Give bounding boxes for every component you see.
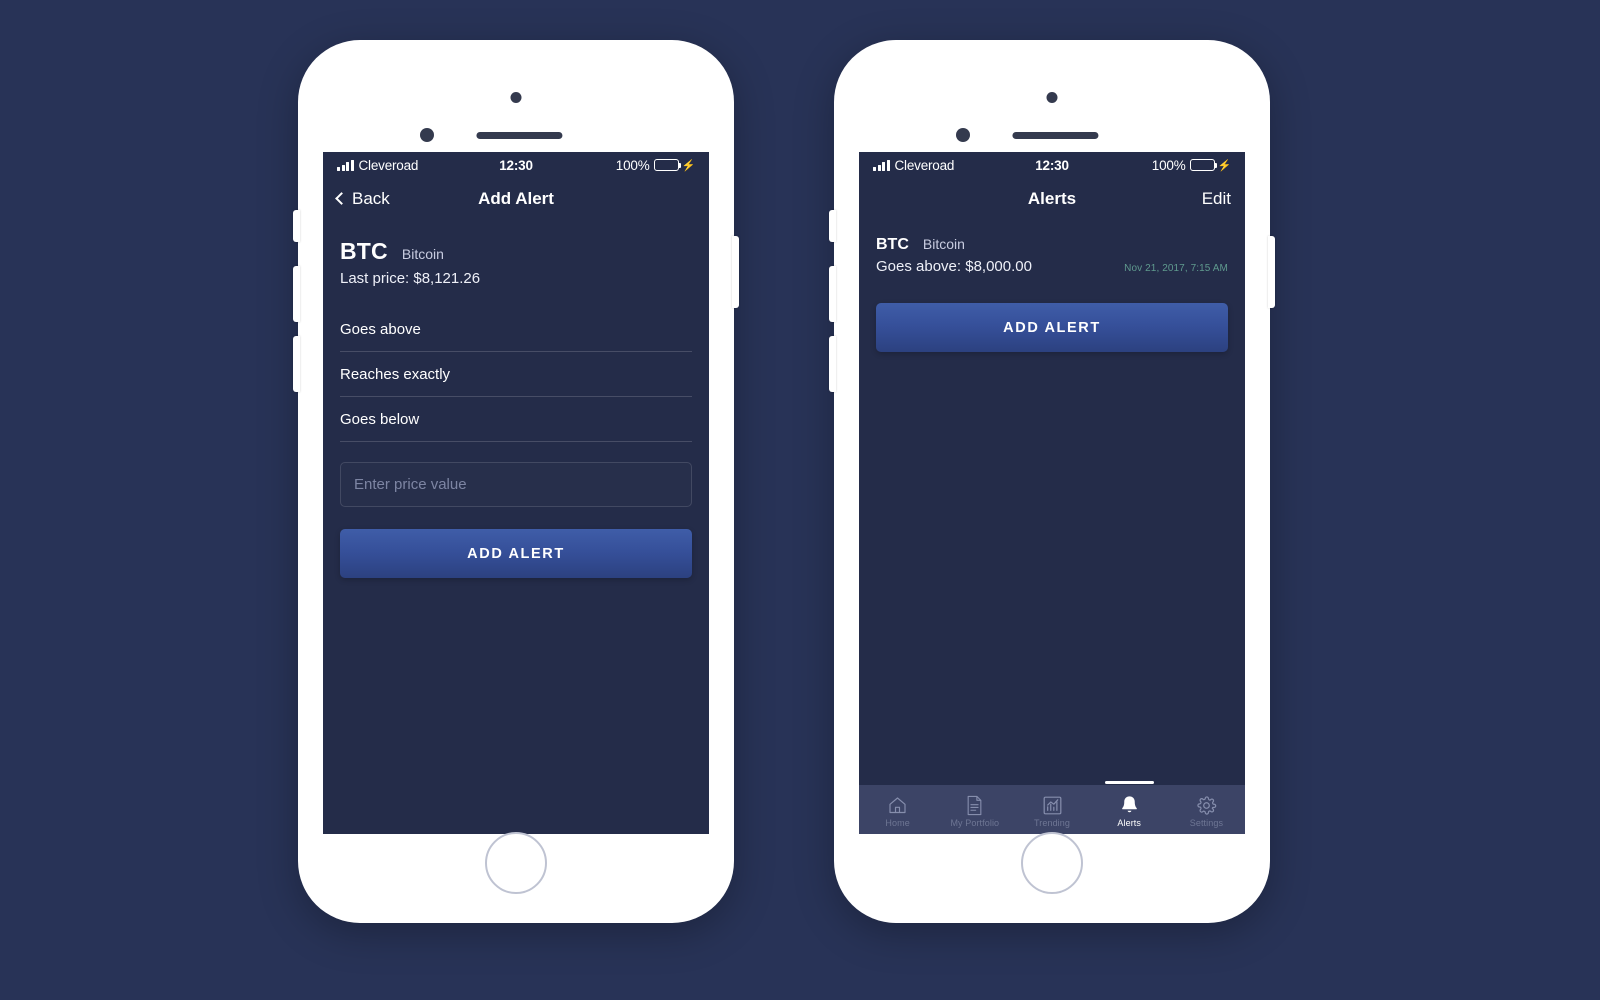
condition-option-goes-below[interactable]: Goes below — [340, 397, 692, 442]
condition-option-goes-above[interactable]: Goes above — [340, 307, 692, 352]
page-title-alerts: Alerts — [1027, 189, 1077, 208]
add-alert-button-label: ADD ALERT — [1003, 319, 1101, 336]
status-bar: Cleveroad 12:30 100% ⚡ — [859, 152, 1245, 178]
navigation-bar-add-alert: Back Add Alert — [323, 178, 709, 220]
battery-full-icon — [653, 159, 681, 171]
volume-up-button[interactable] — [293, 266, 300, 322]
home-button[interactable] — [485, 832, 547, 894]
tab-home[interactable]: Home — [859, 785, 936, 834]
alerts-content: BTC Bitcoin Goes above: $8,000.00 Nov 21… — [859, 220, 1245, 834]
screen-add-alert: Cleveroad 12:30 100% ⚡ Back Add Alert BT… — [323, 152, 709, 834]
status-bar-clock: 12:30 — [499, 157, 533, 173]
lightning-bolt-icon: ⚡ — [681, 159, 696, 172]
back-button[interactable]: Back — [335, 189, 390, 209]
active-tab-indicator — [1104, 781, 1154, 784]
tab-label: Settings — [1189, 818, 1224, 828]
condition-label: Goes above — [340, 320, 421, 338]
tab-my-portfolio[interactable]: My Portfolio — [936, 785, 1013, 834]
bell-icon — [1119, 794, 1140, 816]
coin-symbol: BTC — [340, 238, 388, 264]
alert-coin-name: Bitcoin — [922, 236, 965, 252]
tab-label: Trending — [1034, 818, 1070, 828]
battery-percent-label: 100% — [615, 157, 650, 173]
front-camera-icon — [510, 92, 522, 103]
gear-icon — [1196, 794, 1217, 816]
battery-full-icon — [1189, 159, 1217, 171]
alert-condition: Goes above: $8,000.00 — [876, 258, 1032, 275]
tab-label: Alerts — [1117, 818, 1142, 828]
phone-device-alerts: Cleveroad 12:30 100% ⚡ Alerts Edit BTC B… — [829, 40, 1275, 923]
condition-list: Goes above Reaches exactly Goes below — [323, 307, 709, 442]
list-item[interactable]: BTC Bitcoin Goes above: $8,000.00 Nov 21… — [876, 236, 1228, 281]
signal-bars-icon — [873, 159, 890, 171]
coin-summary: BTC Bitcoin Last price: $8,121.26 — [323, 220, 709, 287]
back-button-label: Back — [352, 189, 390, 208]
signal-bars-icon — [337, 159, 354, 171]
add-alert-submit-label: ADD ALERT — [467, 545, 565, 562]
bottom-tab-bar: Home My Portfolio Trending Alerts Settin… — [859, 781, 1245, 834]
carrier-label: Cleveroad — [358, 157, 419, 173]
lightning-bolt-icon: ⚡ — [1217, 159, 1232, 172]
battery-percent-label: 100% — [1151, 157, 1186, 173]
silent-switch[interactable] — [829, 210, 836, 242]
home-button[interactable] — [1021, 832, 1083, 894]
screen-alerts: Cleveroad 12:30 100% ⚡ Alerts Edit BTC B… — [859, 152, 1245, 834]
tab-label: My Portfolio — [950, 818, 1000, 828]
status-bar-clock: 12:30 — [1035, 157, 1069, 173]
add-alert-button[interactable]: ADD ALERT — [876, 303, 1228, 352]
phone-device-add-alert: Cleveroad 12:30 100% ⚡ Back Add Alert BT… — [293, 40, 739, 923]
volume-down-button[interactable] — [829, 336, 836, 392]
alert-timestamp: Nov 21, 2017, 7:15 AM — [1124, 263, 1228, 274]
bar-chart-icon — [1042, 794, 1063, 816]
coin-name: Bitcoin — [401, 246, 444, 262]
carrier-label: Cleveroad — [894, 157, 955, 173]
price-value-input[interactable]: Enter price value — [340, 462, 692, 507]
condition-label: Goes below — [340, 410, 420, 428]
earpiece-speaker-icon — [476, 132, 563, 139]
status-bar: Cleveroad 12:30 100% ⚡ — [323, 152, 709, 178]
proximity-sensor-icon — [956, 128, 970, 142]
volume-down-button[interactable] — [293, 336, 300, 392]
power-button[interactable] — [732, 236, 739, 308]
add-alert-submit-button[interactable]: ADD ALERT — [340, 529, 692, 578]
proximity-sensor-icon — [420, 128, 434, 142]
document-icon — [965, 794, 984, 816]
navigation-bar-alerts: Alerts Edit — [859, 178, 1245, 220]
condition-option-reaches-exactly[interactable]: Reaches exactly — [340, 352, 692, 397]
volume-up-button[interactable] — [829, 266, 836, 322]
earpiece-speaker-icon — [1012, 132, 1099, 139]
chevron-left-icon — [335, 192, 348, 205]
edit-button[interactable]: Edit — [1202, 189, 1231, 209]
tab-alerts[interactable]: Alerts — [1091, 781, 1168, 834]
tab-label: Home — [885, 818, 910, 828]
last-price-label: Last price: $8,121.26 — [340, 270, 481, 287]
price-input-placeholder: Enter price value — [354, 476, 467, 493]
home-icon — [887, 794, 908, 816]
tab-settings[interactable]: Settings — [1168, 785, 1245, 834]
front-camera-icon — [1046, 92, 1058, 103]
power-button[interactable] — [1268, 236, 1275, 308]
tab-trending[interactable]: Trending — [1013, 785, 1090, 834]
alert-coin-symbol: BTC — [876, 236, 909, 253]
condition-label: Reaches exactly — [340, 365, 451, 383]
edit-button-label: Edit — [1201, 189, 1231, 208]
add-alert-content: BTC Bitcoin Last price: $8,121.26 Goes a… — [323, 220, 709, 834]
silent-switch[interactable] — [293, 210, 300, 242]
alerts-list: BTC Bitcoin Goes above: $8,000.00 Nov 21… — [859, 236, 1245, 281]
